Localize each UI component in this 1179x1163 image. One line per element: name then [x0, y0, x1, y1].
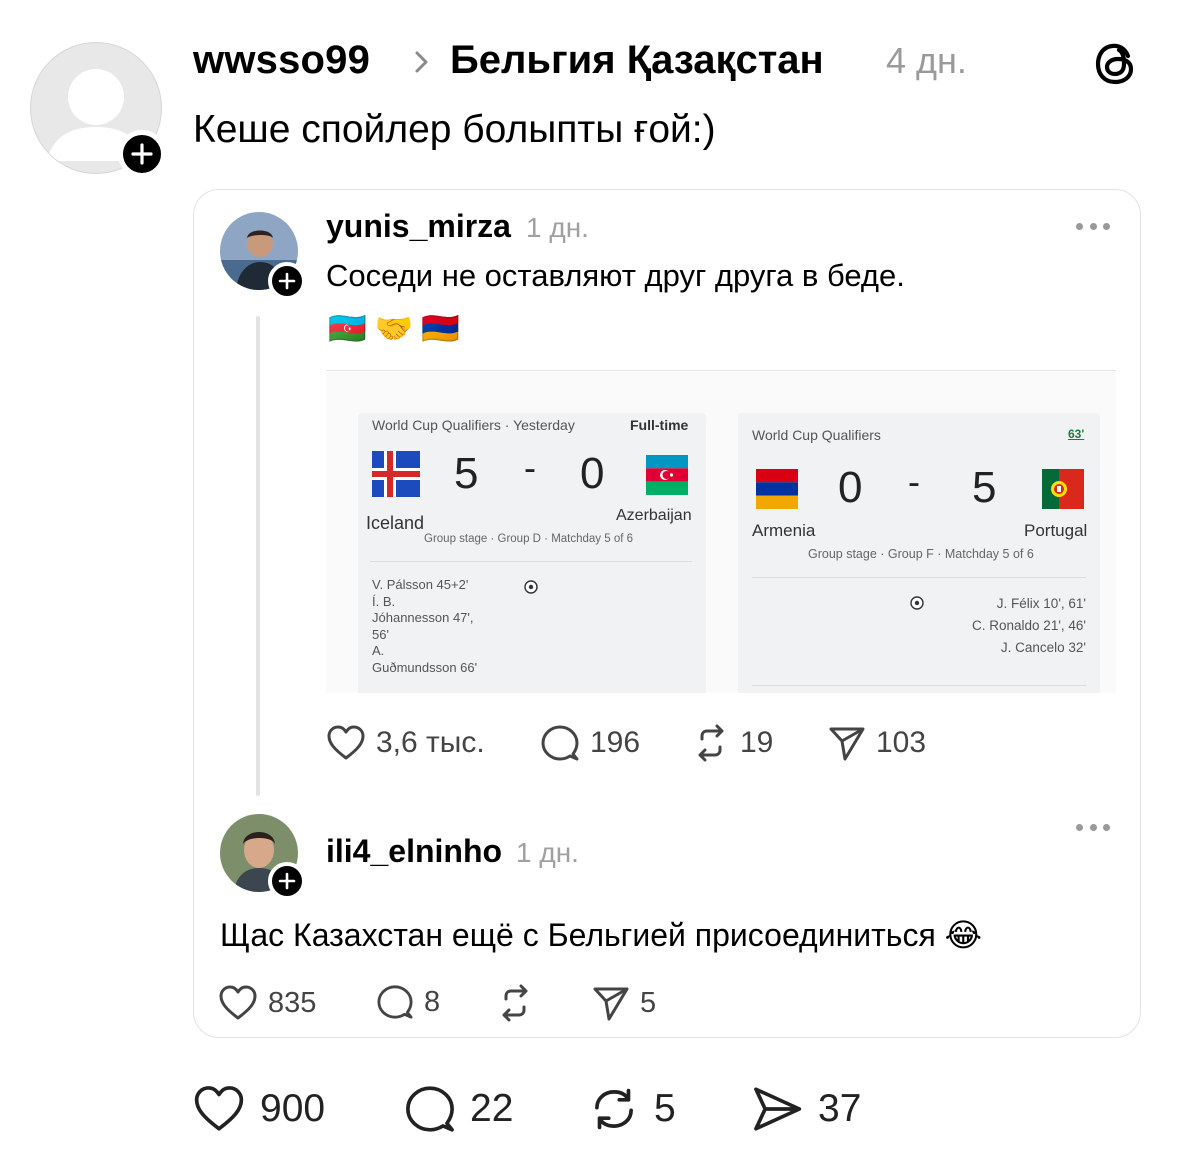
handshake-emoji: 🤝: [374, 311, 414, 346]
scorer-line: 56': [372, 626, 389, 642]
threads-logo-icon[interactable]: [1092, 40, 1140, 93]
quoted-share-button[interactable]: 103: [828, 724, 926, 762]
portugal-flag-icon: [1042, 469, 1084, 514]
send-icon: [829, 727, 865, 761]
thread-connector-line: [256, 316, 260, 796]
repost-icon: [698, 724, 724, 762]
share-button[interactable]: 37: [750, 1084, 861, 1134]
match-stage: Group stage · Group D · Matchday 5 of 6: [424, 533, 634, 545]
send-icon: [754, 1087, 802, 1131]
send-icon: [593, 987, 629, 1021]
away-team: Portugal: [1024, 521, 1088, 540]
home-score: 5: [454, 449, 479, 498]
plus-icon: [131, 143, 153, 165]
reply-share-button[interactable]: 5: [592, 984, 656, 1022]
scorers-list: V. Pálsson 45+2' Í. B. Jóhannesson 47', …: [372, 577, 477, 676]
quoted-like-button[interactable]: 3,6 тыс.: [326, 724, 485, 762]
plus-icon: [278, 872, 296, 890]
score-dash: -: [908, 461, 920, 502]
post-username[interactable]: wwsso99: [193, 38, 370, 83]
comment-count: 8: [424, 985, 441, 1018]
home-team: Iceland: [366, 513, 425, 533]
emoji-row: 🇦🇿 🤝 🇦🇲: [328, 310, 460, 347]
share-count: 37: [818, 1087, 862, 1130]
comment-bubble-icon: [406, 1086, 454, 1132]
chevron-right-icon: [410, 48, 434, 81]
heart-icon: [219, 985, 257, 1020]
repost-icon: [595, 1088, 633, 1130]
quoted-follow-button[interactable]: [268, 262, 306, 300]
share-count: 103: [876, 726, 927, 759]
reply-follow-button[interactable]: [268, 862, 306, 900]
scorer-line: Guðmundsson 66': [372, 659, 478, 675]
repost-icon: [502, 984, 528, 1022]
soccer-ball-icon: [524, 580, 538, 599]
armenia-flag-emoji: 🇦🇲: [421, 311, 460, 346]
share-count: 5: [640, 986, 657, 1019]
like-count: 3,6 тыс.: [376, 726, 485, 759]
divider: [370, 561, 692, 562]
post-time: 4 дн.: [886, 40, 967, 81]
divider: [752, 577, 1086, 578]
scorers-list: J. Félix 10', 61' C. Ronaldo 21', 46' J.…: [948, 593, 1086, 659]
reply-text: Щас Казахстан ещё с Бельгией присоединит…: [220, 917, 983, 953]
home-team: Armenia: [752, 521, 816, 540]
attached-image[interactable]: World Cup Qualifiers · Yesterday Full-ti…: [326, 370, 1116, 693]
like-button[interactable]: 900: [192, 1084, 325, 1134]
score-dash: -: [524, 447, 536, 488]
scorer-line: V. Pálsson 45+2': [372, 577, 469, 592]
score-card-left: World Cup Qualifiers · Yesterday Full-ti…: [358, 413, 706, 693]
scorer-line: J. Cancelo 32': [1000, 640, 1086, 655]
quoted-repost-button[interactable]: 19: [692, 724, 773, 762]
iceland-flag-icon: [372, 451, 420, 502]
heart-icon: [327, 725, 365, 760]
quoted-text: Соседи не оставляют друг друга в беде.: [326, 258, 905, 293]
armenia-flag-icon: [756, 469, 798, 514]
away-score: 5: [972, 463, 997, 512]
away-score: 0: [580, 449, 605, 498]
comment-bubble-icon: [541, 725, 579, 761]
scorer-line: C. Ronaldo 21', 46': [972, 618, 1086, 633]
comment-count: 22: [470, 1087, 514, 1130]
scorer-line: A.: [372, 643, 385, 658]
match-status: Full-time: [630, 417, 689, 433]
soccer-ball-icon: [910, 596, 924, 615]
reply-username[interactable]: ili4_elninho: [326, 833, 502, 870]
scorer-line: Í. B.: [372, 593, 396, 609]
reply-time: 1 дн.: [516, 837, 579, 868]
score-card-right: World Cup Qualifiers 63' 0 - 5 Armenia P…: [738, 413, 1100, 693]
scorer-line: Jóhannesson 47',: [372, 610, 474, 625]
home-score: 0: [838, 463, 863, 512]
more-options-icon[interactable]: [1076, 822, 1110, 832]
comment-bubble-icon: [377, 985, 413, 1019]
scorer-line: J. Félix 10', 61': [996, 596, 1086, 611]
like-count: 835: [268, 986, 317, 1019]
repost-button[interactable]: 5: [588, 1084, 676, 1134]
quoted-comment-button[interactable]: 196: [540, 724, 640, 762]
match-header: World Cup Qualifiers · Yesterday: [372, 417, 575, 433]
away-team: Azerbaijan: [616, 507, 692, 524]
post-text: Кеше спойлер болыпты ғой:): [193, 108, 716, 151]
azerbaijan-flag-icon: [646, 455, 688, 500]
plus-icon: [278, 272, 296, 290]
match-status: 63': [1068, 427, 1085, 441]
more-options-icon[interactable]: [1076, 221, 1110, 231]
match-stage: Group stage · Group F · Matchday 5 of 6: [808, 547, 1034, 561]
reply-like-button[interactable]: 835: [218, 984, 316, 1022]
repost-count: 19: [740, 726, 774, 759]
azerbaijan-flag-emoji: 🇦🇿: [328, 311, 367, 346]
reply-repost-button[interactable]: [496, 984, 534, 1022]
quoted-username[interactable]: yunis_mirza: [326, 208, 511, 245]
comment-count: 196: [590, 726, 641, 759]
quoted-time: 1 дн.: [526, 212, 589, 243]
like-count: 900: [260, 1087, 326, 1130]
comment-button[interactable]: 22: [404, 1084, 513, 1134]
repost-count: 5: [654, 1087, 676, 1130]
follow-button[interactable]: [118, 130, 166, 178]
reply-comment-button[interactable]: 8: [376, 984, 440, 1020]
match-header: World Cup Qualifiers: [752, 427, 881, 443]
divider: [752, 685, 1086, 686]
community-name[interactable]: Бельгия Қазақстан: [450, 38, 824, 83]
heart-icon: [194, 1086, 244, 1131]
